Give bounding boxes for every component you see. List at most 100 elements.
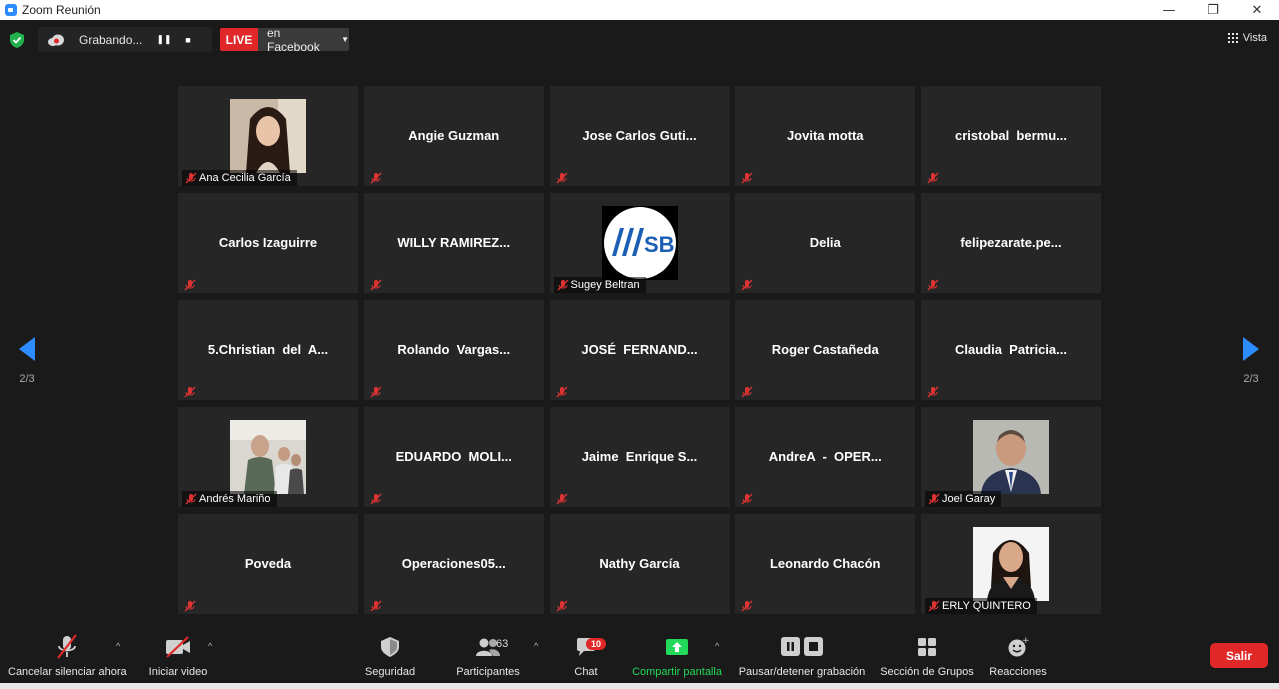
encryption-shield-icon[interactable] <box>10 32 24 48</box>
stop-recording-icon[interactable]: ■ <box>179 31 197 49</box>
security-button[interactable]: Seguridad <box>362 633 418 678</box>
participant-name: ERLY QUINTERO <box>942 600 1031 612</box>
muted-mic-icon <box>185 493 197 505</box>
participant-tile[interactable]: ERLY QUINTERO <box>921 514 1101 614</box>
participant-tile[interactable]: AndreA - OPER... <box>735 407 916 507</box>
muted-mic-icon <box>370 278 382 291</box>
muted-mic-icon <box>928 493 940 505</box>
participant-tile[interactable]: 5.Christian del A... <box>178 300 358 400</box>
pause-stop-recording-button[interactable]: Pausar/detener grabación <box>738 633 866 678</box>
grid-view-icon <box>1227 33 1238 43</box>
previous-page-button[interactable]: 2/3 <box>12 337 42 387</box>
pause-recording-icon[interactable]: ❚❚ <box>155 31 173 49</box>
participant-tile[interactable]: Nathy García <box>549 514 730 614</box>
chat-button[interactable]: 10 Chat <box>566 633 607 678</box>
share-screen-icon <box>666 639 688 655</box>
participant-tile[interactable]: Joel Garay <box>921 407 1101 507</box>
participant-name-label: Andrés Mariño <box>182 491 277 507</box>
participant-tile[interactable]: JOSÉ FERNAND... <box>549 300 730 400</box>
participant-photo <box>973 527 1049 601</box>
audio-options-chevron-icon[interactable]: ^ <box>116 641 120 651</box>
restore-button[interactable]: ❐ <box>1191 0 1235 20</box>
participant-tile[interactable]: Operaciones05... <box>363 514 544 614</box>
muted-mic-icon <box>741 171 753 184</box>
participant-name-label: Joel Garay <box>925 491 1002 507</box>
pause-stop-recording-label: Pausar/detener grabación <box>738 666 866 678</box>
start-video-label: Iniciar video <box>148 666 208 678</box>
participant-name: Claudia Patricia... <box>955 342 1067 357</box>
participants-label: Participantes <box>456 666 520 678</box>
participant-tile[interactable]: Angie Guzman <box>363 86 544 186</box>
participant-tile[interactable]: Roger Castañeda <box>735 300 916 400</box>
participant-name: Delia <box>809 235 841 250</box>
chat-unread-badge: 10 <box>586 638 607 650</box>
unmute-button[interactable]: Cancelar silenciar ahora <box>8 633 127 678</box>
participant-tile[interactable]: Andrés Mariño <box>178 407 358 507</box>
participant-tile[interactable]: Rolando Vargas... <box>363 300 544 400</box>
muted-mic-icon <box>370 492 382 505</box>
share-screen-button[interactable]: Compartir pantalla <box>630 633 724 678</box>
muted-mic-icon <box>184 278 196 291</box>
participant-photo <box>973 420 1049 494</box>
security-shield-icon <box>381 637 399 657</box>
participant-name: WILLY RAMIREZ... <box>397 235 511 250</box>
page-indicator-left: 2/3 <box>19 373 35 385</box>
participants-button[interactable]: 63 Participantes <box>454 633 522 678</box>
muted-mic-icon <box>184 599 196 612</box>
start-video-button[interactable]: Iniciar video <box>146 633 210 678</box>
participant-tile[interactable]: EDUARDO MOLI... <box>363 407 544 507</box>
breakout-rooms-button[interactable]: Sección de Grupos <box>880 633 974 678</box>
reactions-button[interactable]: + Reacciones <box>988 633 1048 678</box>
participants-count: 63 <box>496 638 509 650</box>
live-badge: LIVE <box>220 28 258 51</box>
close-button[interactable]: ✕ <box>1235 0 1279 20</box>
video-options-chevron-icon[interactable]: ^ <box>208 641 212 651</box>
next-page-button[interactable]: 2/3 <box>1236 337 1266 387</box>
participant-tile[interactable]: Leonardo Chacón <box>735 514 916 614</box>
participant-name: Jaime Enrique S... <box>581 449 698 464</box>
participant-tile[interactable]: cristobal bermu... <box>921 86 1101 186</box>
participant-name: Angie Guzman <box>408 128 500 143</box>
reactions-label: Reacciones <box>989 666 1047 678</box>
participant-tile[interactable]: Delia <box>735 193 916 293</box>
participant-tile[interactable]: Jovita motta <box>735 86 916 186</box>
page-indicator-right: 2/3 <box>1243 373 1259 385</box>
sb-logo-image: SB <box>601 206 678 280</box>
participant-name: Carlos Izaguirre <box>218 235 318 250</box>
participant-tile[interactable]: Carlos Izaguirre <box>178 193 358 293</box>
live-destination-dropdown[interactable]: en Facebook ▼ <box>258 26 349 54</box>
participant-tile[interactable]: Poveda <box>178 514 358 614</box>
participant-tile[interactable]: felipezarate.pe... <box>921 193 1101 293</box>
meeting-toolbar: Cancelar silenciar ahora ^ Iniciar video… <box>0 627 1279 689</box>
participant-tile[interactable]: Claudia Patricia... <box>921 300 1101 400</box>
muted-mic-icon <box>556 599 568 612</box>
muted-mic-icon <box>370 171 382 184</box>
leave-meeting-button[interactable]: Salir <box>1210 643 1268 668</box>
participant-tile[interactable]: WILLY RAMIREZ... <box>363 193 544 293</box>
share-options-chevron-icon[interactable]: ^ <box>715 641 719 651</box>
minimize-button[interactable]: — <box>1147 0 1191 20</box>
participant-name: cristobal bermu... <box>955 128 1067 143</box>
muted-mic-icon <box>741 492 753 505</box>
muted-mic-icon <box>927 278 939 291</box>
participants-options-chevron-icon[interactable]: ^ <box>534 641 538 651</box>
muted-mic-icon <box>185 172 197 184</box>
muted-mic-icon <box>557 279 569 291</box>
breakout-rooms-icon <box>918 638 936 656</box>
participant-name: Jose Carlos Guti... <box>582 128 697 143</box>
participant-name: Nathy García <box>599 556 680 571</box>
participant-name: Roger Castañeda <box>771 342 879 357</box>
participant-tile[interactable]: Ana Cecilia García <box>178 86 358 186</box>
participant-name: Ana Cecilia García <box>199 172 291 184</box>
participant-tile[interactable]: SB Sugey Beltran <box>549 193 730 293</box>
participant-name: Rolando Vargas... <box>397 342 511 357</box>
muted-mic-icon <box>370 599 382 612</box>
muted-mic-icon <box>741 278 753 291</box>
window-titlebar: Zoom Reunión — ❐ ✕ <box>0 0 1279 20</box>
participant-tile[interactable]: Jaime Enrique S... <box>549 407 730 507</box>
participant-name: JOSÉ FERNAND... <box>581 342 698 357</box>
participant-tile[interactable]: Jose Carlos Guti... <box>549 86 730 186</box>
pause-stop-icon <box>781 637 823 656</box>
view-button[interactable]: Vista <box>1227 32 1267 44</box>
breakout-rooms-label: Sección de Grupos <box>880 666 974 678</box>
